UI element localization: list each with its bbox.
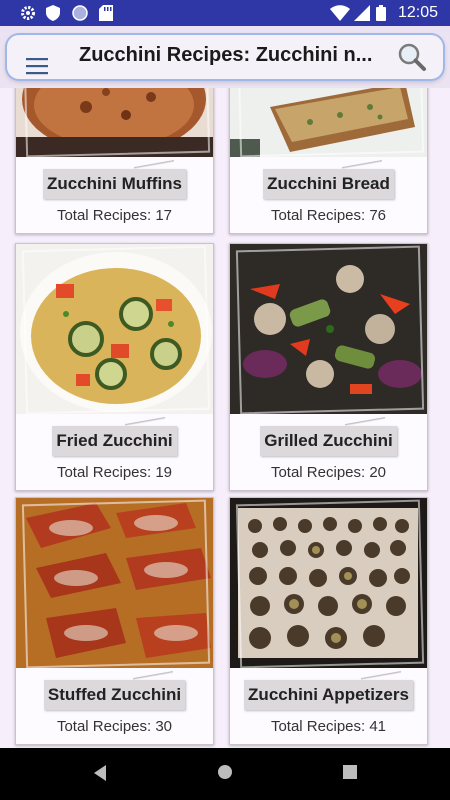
- recipe-name: Stuffed Zucchini: [43, 670, 186, 710]
- recipe-grid: Zucchini Muffins Total Recipes: 17 Zucch…: [0, 88, 450, 748]
- recipe-photo-zucchini-appetizers: [230, 498, 427, 668]
- recipe-card-zucchini-bread[interactable]: Zucchini Bread Total Recipes: 76: [229, 88, 428, 234]
- gear-icon: [21, 6, 35, 20]
- shield-icon: [46, 5, 60, 21]
- recipe-card-stuffed-zucchini[interactable]: Stuffed Zucchini Total Recipes: 30: [15, 497, 214, 745]
- recipe-card-grilled-zucchini[interactable]: Grilled Zucchini Total Recipes: 20: [229, 243, 428, 491]
- search-icon[interactable]: [397, 42, 427, 72]
- photo-frame: [21, 499, 211, 668]
- recipe-count: Total Recipes: 19: [56, 464, 173, 481]
- recents-icon[interactable]: [342, 764, 358, 780]
- recipe-count: Total Recipes: 41: [270, 718, 387, 735]
- status-time: 12:05: [397, 4, 438, 21]
- recipe-photo-zucchini-bread: [230, 88, 427, 157]
- recipe-card-zucchini-appetizers[interactable]: Zucchini Appetizers Total Recipes: 41: [229, 497, 428, 745]
- recipe-name: Grilled Zucchini: [260, 416, 397, 456]
- recipe-photo-grilled-zucchini: [230, 244, 427, 414]
- recipe-count: Total Recipes: 76: [270, 207, 387, 224]
- search-bar[interactable]: Zucchini Recipes: Zucchini n...: [7, 35, 443, 79]
- recipe-count: Total Recipes: 30: [56, 718, 173, 735]
- battery-icon: [376, 5, 386, 21]
- navigation-bar: [0, 748, 450, 800]
- photo-frame: [21, 88, 211, 157]
- recipe-name: Zucchini Appetizers: [244, 670, 413, 710]
- sd-card-icon: [99, 5, 113, 21]
- page-title: Zucchini Recipes: Zucchini n...: [79, 44, 373, 66]
- photo-frame: [21, 245, 211, 414]
- recipe-card-fried-zucchini[interactable]: Fried Zucchini Total Recipes: 19: [15, 243, 214, 491]
- recipe-name: Fried Zucchini: [52, 416, 177, 456]
- app-bar: Zucchini Recipes: Zucchini n...: [0, 26, 450, 88]
- recipe-count: Total Recipes: 20: [270, 464, 387, 481]
- photo-frame: [235, 499, 425, 668]
- photo-frame: [235, 88, 425, 157]
- wifi-icon: [330, 5, 350, 21]
- recipe-name: Zucchini Muffins: [42, 159, 187, 199]
- recipe-name: Zucchini Bread: [263, 159, 394, 199]
- menu-icon[interactable]: [24, 53, 50, 79]
- signal-icon: [354, 5, 370, 21]
- recipe-photo-fried-zucchini: [16, 244, 213, 414]
- recipe-photo-zucchini-muffins: [16, 88, 213, 157]
- recipe-card-zucchini-muffins[interactable]: Zucchini Muffins Total Recipes: 17: [15, 88, 214, 234]
- back-icon[interactable]: [92, 764, 108, 782]
- home-icon[interactable]: [217, 764, 233, 780]
- photo-frame: [235, 245, 425, 414]
- status-bar: 12:05: [0, 0, 450, 26]
- recipe-count: Total Recipes: 17: [56, 207, 173, 224]
- recipe-photo-stuffed-zucchini: [16, 498, 213, 668]
- circle-icon: [72, 5, 88, 21]
